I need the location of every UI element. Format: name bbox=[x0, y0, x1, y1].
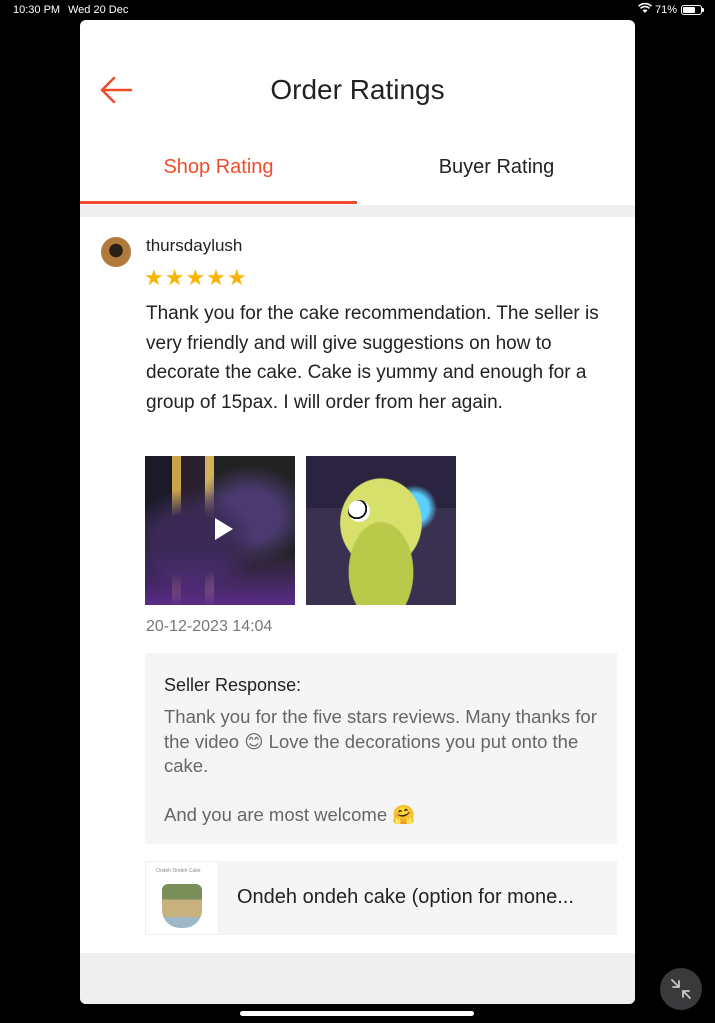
minimize-button[interactable] bbox=[660, 968, 702, 1010]
seller-response-label: Seller Response: bbox=[164, 675, 302, 695]
cake-decoration bbox=[348, 500, 370, 522]
header: Order Ratings bbox=[80, 20, 635, 160]
product-name: Ondeh ondeh cake (option for mone... bbox=[237, 886, 574, 908]
active-tab-indicator bbox=[80, 201, 357, 204]
star-rating: ★★★★★ bbox=[144, 265, 248, 290]
product-thumbnail-caption: Ondeh Ondeh Cake bbox=[156, 868, 201, 874]
review-username: thursdaylush bbox=[146, 236, 243, 255]
play-icon bbox=[215, 518, 233, 540]
page-title: Order Ratings bbox=[270, 74, 445, 105]
bottom-divider bbox=[80, 953, 635, 1004]
product-card[interactable]: Ondeh Ondeh Cake Ondeh ondeh cake (optio… bbox=[145, 861, 617, 935]
order-ratings-sheet: Order Ratings Shop Rating Buyer Rating t… bbox=[80, 20, 635, 1004]
status-date: Wed 20 Dec bbox=[68, 4, 129, 16]
tab-shop-rating[interactable]: Shop Rating bbox=[80, 156, 357, 179]
seller-response-box: Seller Response: Thank you for the five … bbox=[145, 653, 617, 844]
compress-arrows-icon bbox=[671, 979, 691, 999]
divider bbox=[80, 205, 635, 217]
battery-icon bbox=[681, 5, 704, 15]
status-bar: 10:30 PM Wed 20 Dec 71% bbox=[0, 0, 715, 20]
seller-response-text: Thank you for the five stars reviews. Ma… bbox=[164, 706, 597, 825]
review-video-thumbnail[interactable] bbox=[145, 456, 295, 605]
review-photo-thumbnail[interactable] bbox=[306, 456, 456, 605]
review-timestamp: 20-12-2023 14:04 bbox=[146, 618, 273, 635]
tab-buyer-rating[interactable]: Buyer Rating bbox=[358, 156, 635, 179]
battery-percent: 71% bbox=[655, 4, 678, 16]
cake-image bbox=[162, 884, 202, 928]
wifi-icon bbox=[638, 2, 652, 17]
product-thumbnail: Ondeh Ondeh Cake bbox=[145, 861, 219, 935]
home-indicator[interactable] bbox=[240, 1011, 474, 1016]
rating-tabs: Shop Rating Buyer Rating bbox=[80, 150, 635, 206]
status-time: 10:30 PM bbox=[13, 4, 61, 16]
review-text: Thank you for the cake recommendation. T… bbox=[146, 303, 599, 413]
avatar[interactable] bbox=[101, 237, 131, 267]
